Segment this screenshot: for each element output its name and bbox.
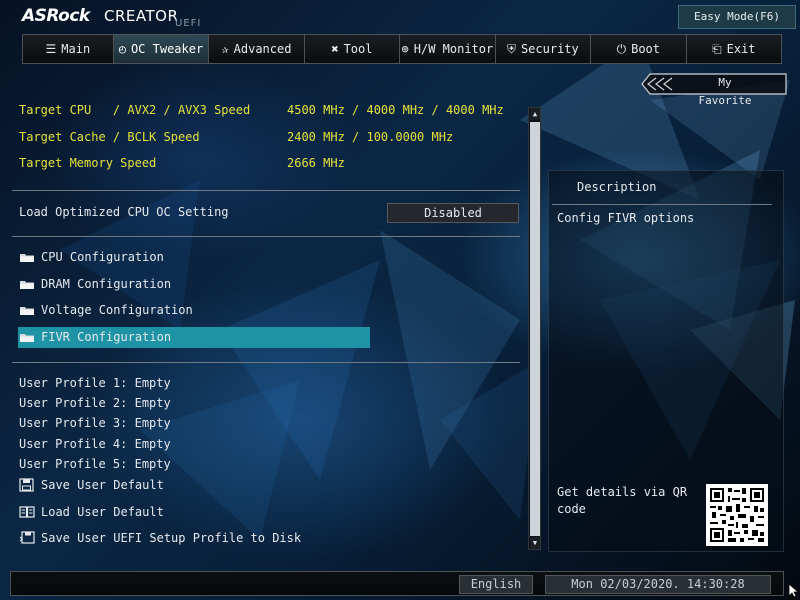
qr-hint-text: Get details via QR code bbox=[557, 485, 688, 516]
submenu-fivr-configuration[interactable]: FIVR Configuration bbox=[19, 330, 171, 344]
monitor-icon: ⊕ bbox=[401, 42, 409, 56]
save-profile-to-disk-button[interactable]: Save User UEFI Setup Profile to Disk bbox=[19, 531, 301, 545]
scroll-up-arrow-icon[interactable]: ▲ bbox=[530, 108, 540, 120]
tab-label: Main bbox=[61, 42, 91, 56]
submenu-label: DRAM Configuration bbox=[41, 277, 172, 291]
folder-icon bbox=[20, 280, 34, 289]
tab-tool[interactable]: ✖ Tool bbox=[304, 35, 401, 63]
mouse-cursor-icon bbox=[789, 584, 799, 598]
target-cache-value: 2400 MHz / 100.0000 MHz bbox=[287, 130, 454, 144]
tab-label: H/W Monitor bbox=[413, 42, 494, 56]
power-icon: ⏻ bbox=[616, 41, 627, 56]
tab-advanced[interactable]: ✰ Advanced bbox=[209, 35, 305, 63]
tab-main[interactable]: ☰ Main bbox=[23, 35, 114, 63]
load-user-default-button[interactable]: Load User Default bbox=[19, 505, 164, 519]
tab-exit[interactable]: ⎗ Exit bbox=[686, 35, 782, 63]
tools-icon: ✖ bbox=[331, 42, 339, 56]
submenu-cpu-configuration[interactable]: CPU Configuration bbox=[19, 250, 164, 264]
target-memory-label: Target Memory Speed bbox=[19, 156, 157, 170]
top-bar: ASRock CREATOR UEFI Easy Mode(F6) bbox=[0, 0, 800, 32]
divider bbox=[12, 362, 520, 363]
tab-label: Boot bbox=[631, 42, 661, 56]
star-icon: ✰ bbox=[221, 42, 229, 56]
submenu-voltage-configuration[interactable]: Voltage Configuration bbox=[19, 303, 193, 317]
description-title: Description bbox=[577, 180, 657, 194]
load-optimized-oc-dropdown[interactable]: Disabled bbox=[387, 203, 519, 223]
firmware-label: UEFI bbox=[175, 18, 202, 29]
scroll-down-arrow-icon[interactable]: ▼ bbox=[530, 537, 540, 549]
user-profile-4[interactable]: User Profile 4: Empty bbox=[19, 437, 171, 451]
divider bbox=[552, 204, 772, 205]
user-profile-5[interactable]: User Profile 5: Empty bbox=[19, 457, 171, 471]
language-selector[interactable]: English bbox=[459, 575, 533, 594]
target-cpu-label: Target CPU / AVX2 / AVX3 Speed bbox=[19, 103, 251, 117]
scrollbar-thumb[interactable] bbox=[530, 122, 540, 536]
load-optimized-oc-label: Load Optimized CPU OC Setting bbox=[19, 205, 229, 219]
tab-security[interactable]: ⛨ Security bbox=[495, 35, 592, 63]
tab-hw-monitor[interactable]: ⊕ H/W Monitor bbox=[400, 35, 496, 63]
user-profile-3[interactable]: User Profile 3: Empty bbox=[19, 416, 171, 430]
divider bbox=[12, 190, 520, 191]
submenu-label: CPU Configuration bbox=[41, 250, 164, 264]
tab-oc-tweaker[interactable]: ◴ OC Tweaker bbox=[113, 35, 210, 63]
action-label: Save User UEFI Setup Profile to Disk bbox=[41, 531, 302, 545]
easy-mode-button[interactable]: Easy Mode(F6) bbox=[678, 5, 796, 29]
qr-code-icon bbox=[706, 484, 768, 546]
product-name: CREATOR bbox=[104, 7, 179, 25]
tab-label: OC Tweaker bbox=[130, 42, 204, 56]
description-text: Config FIVR options bbox=[557, 211, 695, 225]
tab-label: Security bbox=[520, 42, 579, 56]
tab-label: Tool bbox=[343, 42, 373, 56]
target-memory-value: 2666 MHz bbox=[287, 156, 345, 170]
folder-icon bbox=[20, 333, 34, 342]
submenu-dram-configuration[interactable]: DRAM Configuration bbox=[19, 277, 171, 291]
tab-boot[interactable]: ⏻ Boot bbox=[591, 35, 687, 63]
datetime-display: Mon 02/03/2020. 14:30:28 bbox=[545, 575, 771, 594]
floppy-icon bbox=[19, 478, 34, 492]
user-profile-2[interactable]: User Profile 2: Empty bbox=[19, 396, 171, 410]
gauge-icon: ◴ bbox=[118, 42, 126, 56]
divider bbox=[12, 236, 520, 237]
list-icon: ☰ bbox=[45, 42, 57, 56]
target-cache-label: Target Cache / BCLK Speed bbox=[19, 130, 200, 144]
submenu-label: FIVR Configuration bbox=[41, 330, 172, 344]
save-user-default-button[interactable]: Save User Default bbox=[19, 478, 164, 492]
tab-label: Exit bbox=[726, 42, 756, 56]
action-label: Save User Default bbox=[41, 478, 164, 492]
brand-logo: ASRock bbox=[22, 6, 90, 26]
action-label: Load User Default bbox=[41, 505, 164, 519]
submenu-label: Voltage Configuration bbox=[41, 303, 193, 317]
book-icon bbox=[19, 506, 35, 518]
my-favorite-label: My Favorite bbox=[698, 76, 752, 107]
user-profile-1[interactable]: User Profile 1: Empty bbox=[19, 376, 171, 390]
shield-icon: ⛨ bbox=[506, 41, 516, 56]
main-nav: ☰ Main ◴ OC Tweaker ✰ Advanced ✖ Tool ⊕ … bbox=[22, 34, 782, 64]
folder-icon bbox=[20, 306, 34, 315]
folder-icon bbox=[20, 253, 34, 262]
target-cpu-value: 4500 MHz / 4000 MHz / 4000 MHz bbox=[287, 103, 504, 117]
save-disk-icon bbox=[19, 531, 35, 544]
exit-icon: ⎗ bbox=[712, 41, 722, 56]
tab-label: Advanced bbox=[233, 42, 292, 56]
